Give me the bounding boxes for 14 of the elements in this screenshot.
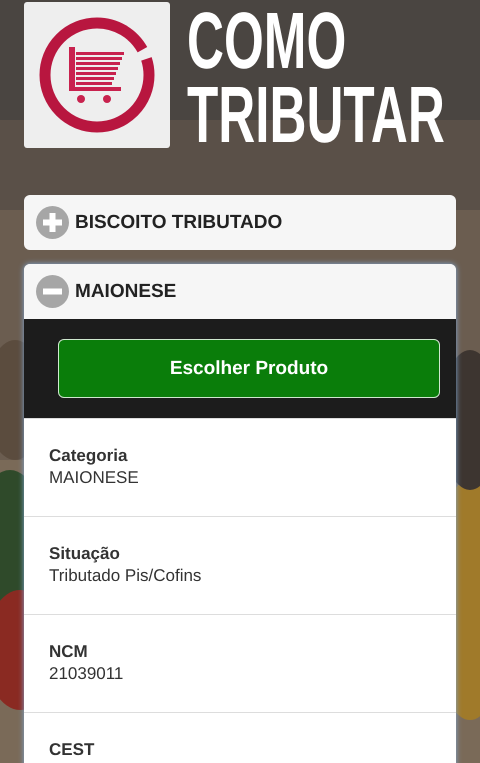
accordion-header[interactable]: MAIONESE <box>24 264 456 319</box>
app-title: TRIBUTAR <box>187 76 445 150</box>
field-value: Tributado Pis/Cofins <box>49 566 202 586</box>
app-title: COMO <box>187 2 346 76</box>
field-label: Categoria <box>49 446 128 466</box>
product-name: MAIONESE <box>75 280 176 302</box>
field-label: Situação <box>49 544 121 564</box>
field-value: MAIONESE <box>49 468 140 488</box>
accordion-header[interactable]: BISCOITO TRIBUTADO <box>24 195 456 250</box>
field-label: CEST <box>49 740 96 760</box>
field-value: 21039011 <box>49 664 124 684</box>
choose-product-button[interactable]: Escolher Produto <box>58 339 440 398</box>
product-name: BISCOITO TRIBUTADO <box>75 212 282 234</box>
field-label: NCM <box>49 642 89 662</box>
